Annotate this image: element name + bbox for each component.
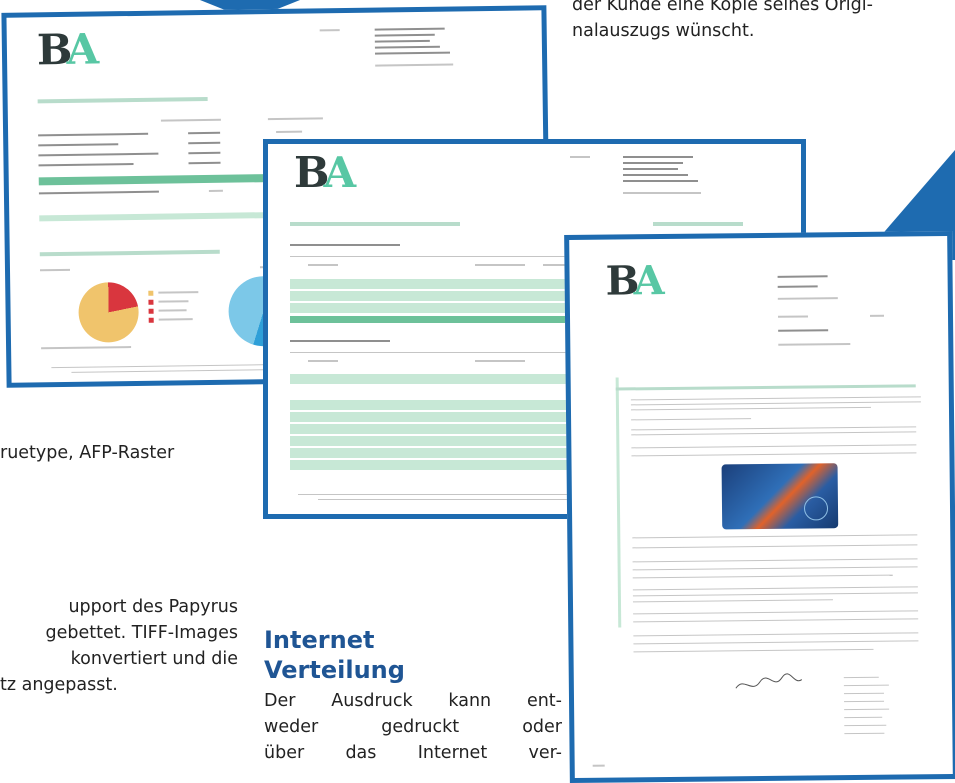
signature-image: [735, 673, 803, 689]
logo-b-2: B: [294, 148, 329, 197]
left-para-line-2: gebettet. TIFF-Images: [45, 623, 238, 643]
bank-logo: BA: [37, 25, 94, 75]
credit-card-image: [721, 463, 839, 530]
left-para-line-4: tz angepasst.: [0, 675, 118, 695]
body-line-2: weder gedruckt oder: [264, 717, 562, 737]
top-line-1: der Kunde eine Kopie seines Origi-: [572, 0, 873, 15]
bank-logo-2: BA: [294, 148, 357, 197]
top-paragraph: der Kunde eine Kopie seines Origi- nalau…: [572, 0, 955, 44]
body-line-3: über das Internet ver-: [264, 743, 562, 763]
left-para-line-1: upport des Papyrus: [68, 597, 238, 617]
fonts-line: ruetype, AFP-Raster: [0, 443, 175, 463]
body-line-1: Der Ausdruck kann ent-: [264, 691, 562, 711]
section-heading: Internet Verteilung: [264, 625, 405, 685]
logo-b-3: B: [605, 257, 634, 305]
document-letter: BA: [564, 230, 955, 783]
logo-b: B: [36, 24, 67, 75]
logo-a: A: [66, 24, 94, 74]
heading-line-1: Internet: [264, 626, 375, 654]
logo-a-2: A: [323, 148, 357, 197]
top-line-2: nalauszugs wünscht.: [572, 21, 755, 41]
pie-chart: [78, 281, 140, 343]
section-body: Der Ausdruck kann ent- weder gedruckt od…: [264, 688, 562, 766]
logo-a-3: A: [633, 257, 659, 305]
heading-line-2: Verteilung: [264, 656, 405, 684]
bank-logo-3: BA: [605, 257, 658, 305]
left-paragraph: upport des Papyrus gebettet. TIFF-Images…: [0, 594, 238, 698]
left-para-line-3: konvertiert und die: [70, 649, 238, 669]
